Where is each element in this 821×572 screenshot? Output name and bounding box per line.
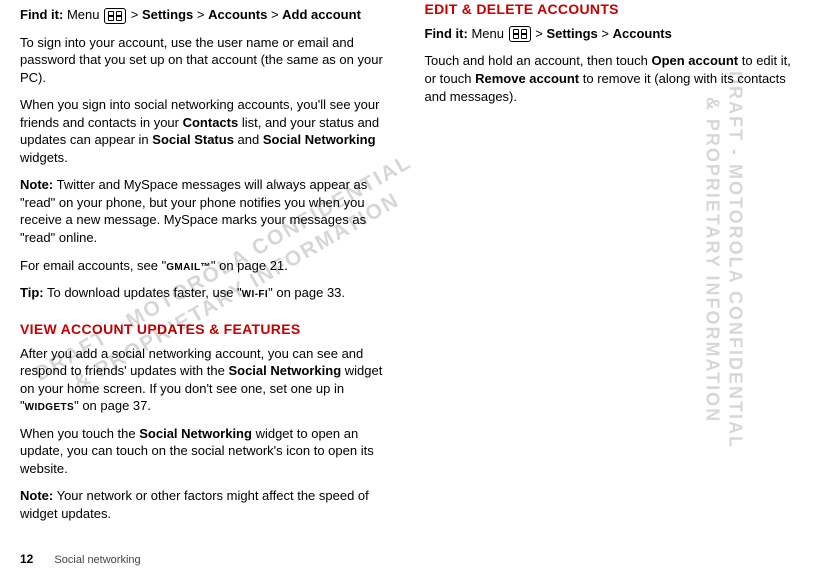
path-accounts: Accounts	[613, 26, 672, 41]
footer-section: Social networking	[54, 554, 140, 566]
social-paragraph: When you sign into social networking acc…	[20, 96, 397, 166]
view-paragraph-2: When you touch the Social Networking wid…	[20, 425, 397, 478]
note-paragraph: Note: Twitter and MySpace messages will …	[20, 176, 397, 246]
note2-paragraph: Note: Your network or other factors migh…	[20, 487, 397, 522]
right-column: EDIT & DELETE ACCOUNTS Find it: Menu > S…	[425, 0, 802, 540]
menu-icon	[104, 8, 126, 24]
note-label: Note:	[20, 177, 53, 192]
find-it-line: Find it: Menu > Settings > Accounts > Ad…	[20, 6, 397, 24]
find-it-label: Find it:	[425, 26, 468, 41]
intro-paragraph: To sign into your account, use the user …	[20, 34, 397, 87]
view-heading: VIEW ACCOUNT UPDATES & FEATURES	[20, 320, 397, 339]
tip-paragraph: Tip: To download updates faster, use "WI…	[20, 284, 397, 302]
menu-icon	[509, 26, 531, 42]
edit-paragraph: Touch and hold an account, then touch Op…	[425, 52, 802, 105]
menu-label: Menu	[67, 7, 100, 22]
menu-label: Menu	[471, 26, 504, 41]
widgets-ref: WIDGETS	[25, 402, 74, 413]
gmail-ref: GMAIL™	[166, 262, 211, 273]
footer: 12 Social networking	[20, 552, 141, 566]
gt: >	[601, 26, 609, 41]
path-accounts: Accounts	[208, 7, 267, 22]
left-column: Find it: Menu > Settings > Accounts > Ad…	[20, 0, 397, 540]
find-it-label: Find it:	[20, 7, 63, 22]
page-number: 12	[20, 552, 33, 566]
view-paragraph-1: After you add a social networking accoun…	[20, 345, 397, 415]
edit-heading: EDIT & DELETE ACCOUNTS	[425, 0, 802, 19]
gt: >	[271, 7, 279, 22]
email-paragraph: For email accounts, see "GMAIL™" on page…	[20, 257, 397, 275]
find-it-line-right: Find it: Menu > Settings > Accounts	[425, 25, 802, 43]
wifi-ref: WI-FI	[242, 289, 268, 300]
note2-label: Note:	[20, 488, 53, 503]
gt: >	[197, 7, 205, 22]
gt: >	[131, 7, 139, 22]
gt: >	[535, 26, 543, 41]
path-settings: Settings	[142, 7, 193, 22]
tip-label: Tip:	[20, 285, 44, 300]
path-add-account: Add account	[282, 7, 361, 22]
path-settings: Settings	[546, 26, 597, 41]
